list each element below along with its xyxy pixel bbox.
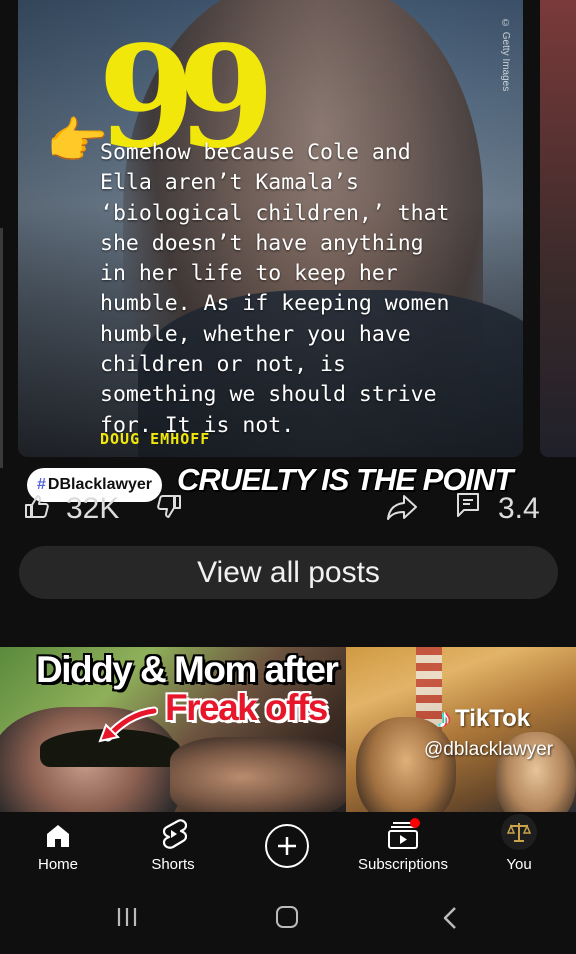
curved-arrow-icon [98, 706, 158, 743]
hashtag-icon: # [37, 476, 46, 493]
getty-watermark: © Getty Images [500, 18, 511, 92]
nav-subscriptions[interactable]: Subscriptions [348, 812, 458, 878]
bottom-nav: Home Shorts Subscriptions You [0, 812, 576, 878]
comment-count: 3.4 [498, 492, 540, 525]
thumbnail-crowd [170, 737, 346, 812]
next-post-preview[interactable] [540, 0, 576, 457]
quote-attribution: DOUG EMHOFF [100, 430, 211, 448]
scales-icon [507, 823, 531, 842]
nav-shorts-label: Shorts [151, 856, 195, 873]
nav-subscriptions-label: Subscriptions [357, 856, 449, 873]
thumbs-down-icon[interactable] [156, 494, 182, 518]
video-thumbnail-diddy[interactable]: Diddy & Mom after Freak offs [0, 647, 346, 812]
home-button-icon[interactable] [276, 906, 298, 928]
nav-shorts[interactable]: Shorts [118, 812, 228, 878]
nav-you-label: You [506, 856, 532, 873]
tiktok-note-icon: ♪ [438, 703, 451, 733]
nav-you[interactable]: You [464, 812, 574, 878]
home-icon [47, 825, 69, 847]
shorts-icon [162, 819, 187, 849]
avatar [501, 814, 537, 850]
tiktok-logo: ♪ TikTok [438, 703, 530, 734]
left-edge-strip [0, 228, 3, 468]
thumbnail-title-line2: Freak offs [165, 687, 328, 728]
quote-text: Somehow because Cole and Ella aren’t Kam… [100, 140, 450, 438]
thumbnail-title-line1: Diddy & Mom after [36, 649, 339, 690]
share-icon[interactable] [386, 494, 418, 520]
video-thumbnail-sketch[interactable]: ♪ TikTok @dblacklawyer [346, 647, 576, 812]
pointing-hand-icon: 👉 [46, 113, 109, 169]
thumbs-up-icon[interactable] [24, 495, 50, 519]
notification-dot [410, 818, 420, 828]
view-all-posts-button[interactable]: View all posts [19, 546, 558, 599]
comment-icon[interactable] [455, 492, 481, 518]
back-icon[interactable] [441, 906, 459, 930]
tiktok-handle: @dblacklawyer [424, 739, 554, 760]
tiktok-label: TikTok [455, 704, 531, 732]
post-image[interactable]: © Getty Images 99 👉 Somehow because Cole… [18, 0, 523, 457]
recents-icon[interactable] [116, 906, 138, 928]
create-button[interactable] [265, 824, 309, 868]
system-nav-bar [0, 878, 576, 954]
like-count: 32K [66, 492, 120, 525]
nav-home-label: Home [37, 856, 78, 873]
plus-icon [278, 837, 296, 855]
nav-home[interactable]: Home [3, 812, 113, 878]
